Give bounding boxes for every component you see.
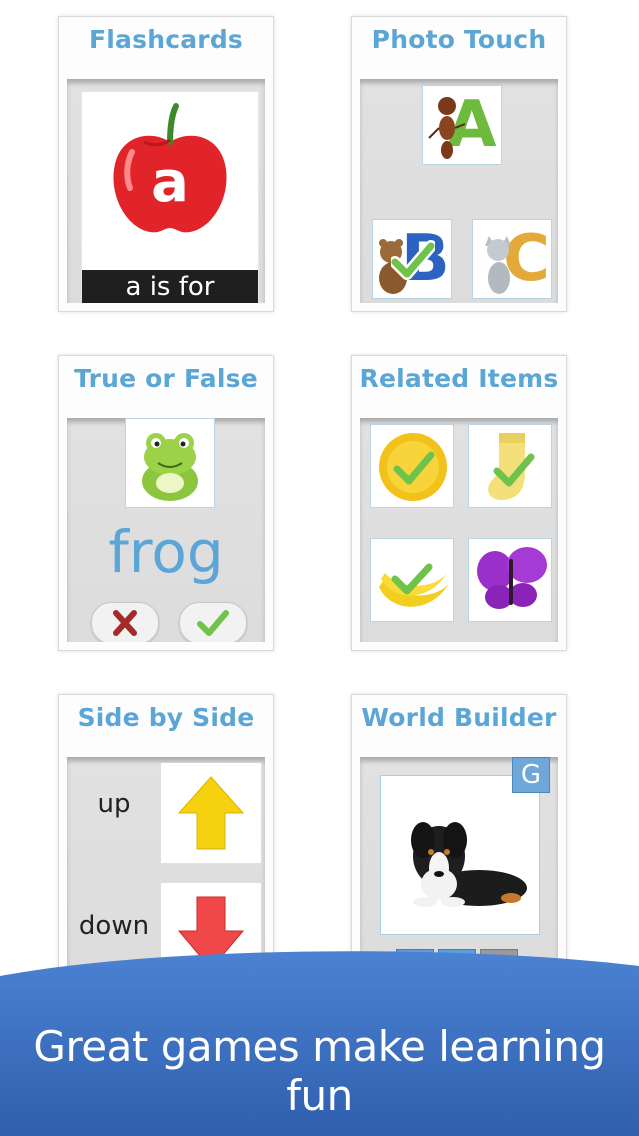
false-button[interactable] bbox=[91, 602, 159, 642]
hint-letter-button[interactable]: G bbox=[512, 757, 550, 793]
flashcards-panel: a a is for bbox=[67, 79, 265, 303]
frog-word: frog bbox=[108, 518, 224, 586]
tagline: Great games make learning fun bbox=[33, 1022, 606, 1120]
x-icon bbox=[113, 610, 137, 636]
hint-letter: G bbox=[520, 760, 542, 790]
related-tile-butterfly[interactable] bbox=[468, 538, 552, 622]
flashcard-letter: a bbox=[151, 150, 189, 215]
cat-icon bbox=[485, 236, 511, 294]
flashcard-caption: a is for bbox=[125, 272, 215, 302]
related-items-card[interactable]: Related Items bbox=[351, 355, 567, 651]
photo-tile-b[interactable]: B bbox=[372, 219, 452, 299]
flashcards-title: Flashcards bbox=[89, 25, 243, 54]
photo-touch-title: Photo Touch bbox=[371, 25, 547, 54]
photo-touch-panel: A B C bbox=[360, 79, 558, 303]
true-or-false-title: True or False bbox=[74, 364, 258, 393]
side-by-side-title: Side by Side bbox=[77, 703, 255, 732]
check-icon bbox=[197, 610, 229, 636]
related-items-panel bbox=[360, 418, 558, 642]
coin-icon bbox=[379, 433, 447, 501]
related-tile-sock[interactable] bbox=[468, 424, 552, 508]
dog-tile bbox=[380, 775, 540, 935]
dog-icon bbox=[411, 822, 527, 907]
butterfly-icon bbox=[477, 547, 547, 609]
photo-touch-card[interactable]: Photo Touch A B C bbox=[351, 16, 567, 312]
flashcard-caption-bar: a is for bbox=[82, 270, 258, 303]
photo-tile-c[interactable]: C bbox=[472, 219, 552, 299]
world-builder-title: World Builder bbox=[361, 703, 557, 732]
check-icon bbox=[391, 240, 435, 280]
related-tile-coin[interactable] bbox=[370, 424, 454, 508]
frog-icon bbox=[142, 433, 198, 501]
banana-icon bbox=[379, 563, 449, 607]
ant-icon bbox=[428, 97, 466, 159]
word-up[interactable]: up bbox=[81, 789, 147, 819]
photo-tile-a[interactable]: A bbox=[422, 85, 502, 165]
arrow-up-tile[interactable] bbox=[161, 763, 261, 863]
arrow-up-icon bbox=[177, 776, 245, 850]
flashcard: a a is for bbox=[81, 91, 259, 303]
frog-tile bbox=[125, 418, 215, 508]
related-tile-banana[interactable] bbox=[370, 538, 454, 622]
flashcards-card[interactable]: Flashcards a a is for bbox=[58, 16, 274, 312]
sock-icon bbox=[488, 433, 535, 501]
word-down[interactable]: down bbox=[73, 911, 155, 941]
related-items-title: Related Items bbox=[359, 364, 559, 393]
true-button[interactable] bbox=[179, 602, 247, 642]
true-or-false-panel: frog bbox=[67, 418, 265, 642]
true-or-false-card[interactable]: True or False frog bbox=[58, 355, 274, 651]
